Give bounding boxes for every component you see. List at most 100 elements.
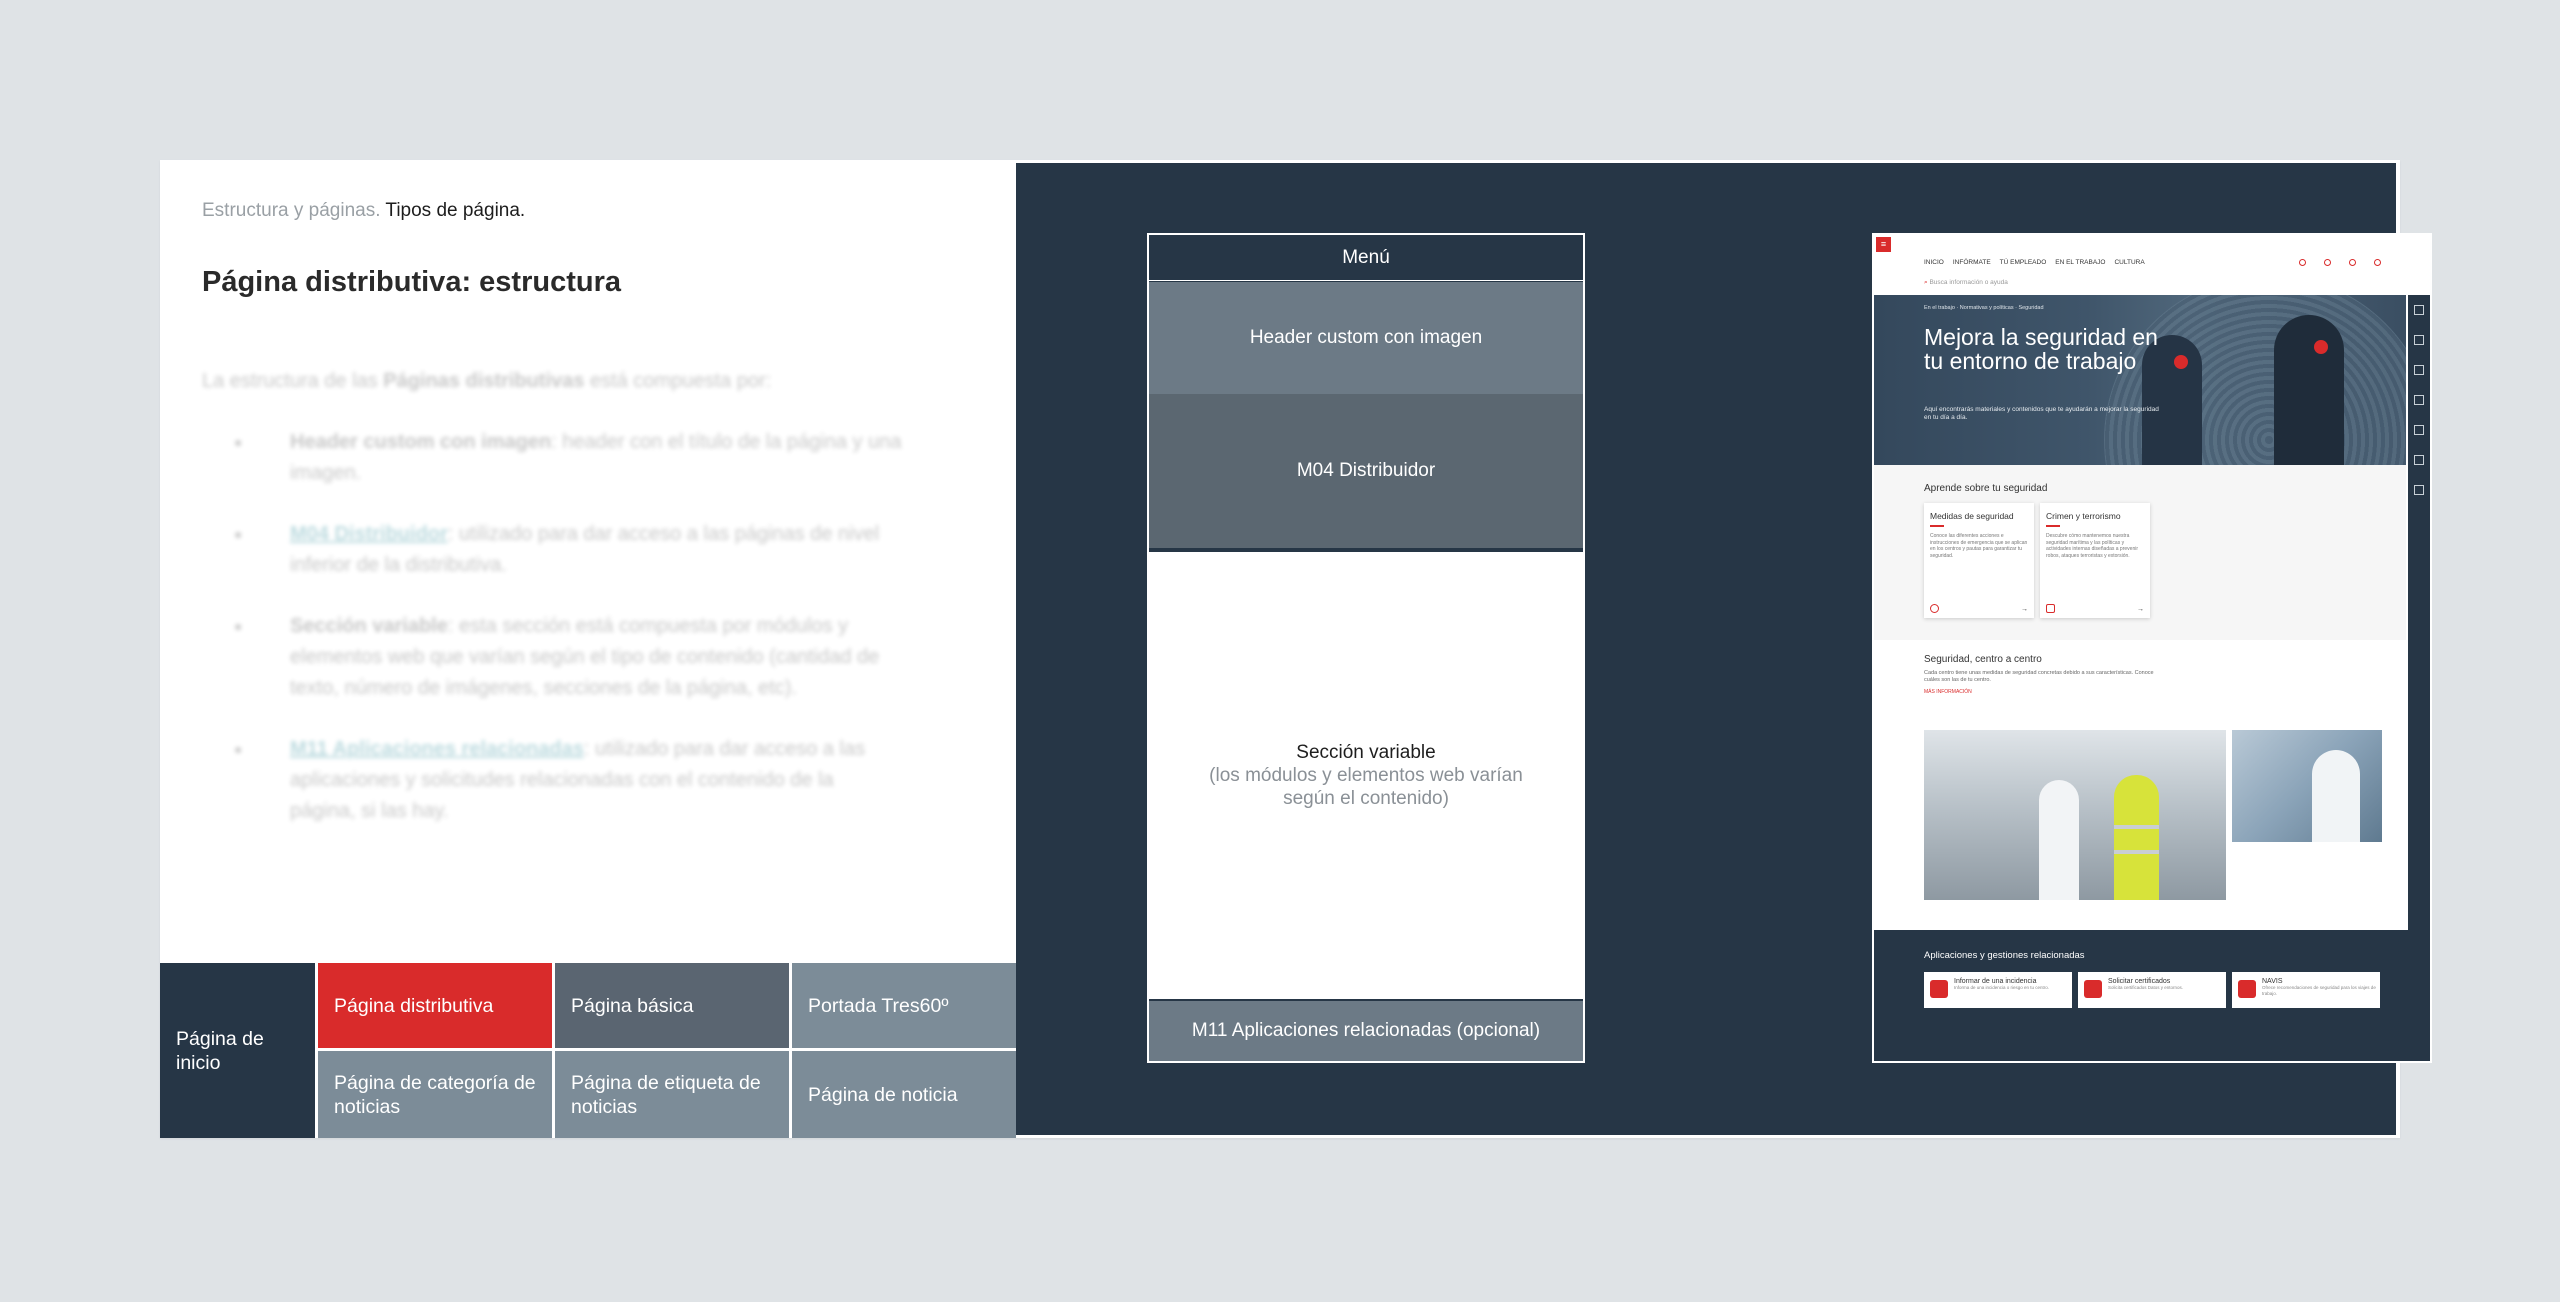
shot-apps-section: Aplicaciones y gestiones relacionadas In… xyxy=(1874,930,2430,1061)
factory-workers-image xyxy=(1924,730,2226,900)
shot-hero-desc: Aquí encontrarás materiales y contenidos… xyxy=(1924,406,2159,421)
shot-card-desc: Conoce las diferentes acciones e instruc… xyxy=(1930,533,2028,559)
breadcrumb-current: Tipos de página. xyxy=(385,200,526,221)
tool-icon xyxy=(2324,259,2331,266)
people-icon xyxy=(2349,259,2356,266)
shot-search: ⌕ Busca información o ayuda xyxy=(1924,279,2008,287)
shot-nav-item: INFÓRMATE xyxy=(1952,259,1991,266)
lifebuoy-icon xyxy=(1930,604,1939,613)
breadcrumb: Estructura y páginas. Tipos de página. xyxy=(202,200,525,222)
shot-app-card: NAVIS Ofrece recomendaciones de segurida… xyxy=(2232,972,2380,1008)
app-icon xyxy=(1930,980,1948,998)
arrow-right-icon: → xyxy=(2021,606,2028,613)
wire-m11: M11 Aplicaciones relacionadas (opcional) xyxy=(1149,999,1583,1061)
app-icon xyxy=(2238,980,2256,998)
ear-protector-graphic xyxy=(2174,355,2188,369)
left-panel: Estructura y páginas. Tipos de página. P… xyxy=(160,160,1016,1138)
sidebar-icon xyxy=(2414,485,2424,495)
shot-header-icons xyxy=(2299,259,2381,266)
slide-frame: Estructura y páginas. Tipos de página. P… xyxy=(160,160,2432,1138)
intro-text: La estructura de las Páginas distributiv… xyxy=(202,366,902,397)
sidebar-icon xyxy=(2414,305,2424,315)
page-title: Página distributiva: estructura xyxy=(202,266,621,298)
sidebar-icon xyxy=(2414,395,2424,405)
shot-center-desc: Cada centro tiene unas medidas de seguri… xyxy=(1924,670,2154,683)
blurred-description: La estructura de las Páginas distributiv… xyxy=(202,366,902,857)
shot-app-title: Informar de una incidencia xyxy=(1954,978,2037,985)
person-figure xyxy=(2312,750,2360,842)
shot-card: Medidas de seguridad Conoce las diferent… xyxy=(1924,503,2034,618)
shot-app-desc: Ofrece recomendaciones de seguridad para… xyxy=(2262,985,2376,996)
page-screenshot: ≡ INICIO INFÓRMATE TÚ EMPLEADO EN EL TRA… xyxy=(1872,233,2432,1063)
tile-news[interactable]: Página de noticia xyxy=(792,1051,1016,1138)
list-item: M11 Aplicaciones relacionadas: utilizado… xyxy=(202,734,902,827)
shot-learn-title: Aprende sobre tu seguridad xyxy=(1924,483,2048,494)
shot-card-desc: Descubre cómo mantenemos nuestra segurid… xyxy=(2046,533,2138,559)
sidebar-icon xyxy=(2414,455,2424,465)
tile-category[interactable]: Página de categoría de noticias xyxy=(318,1051,552,1138)
list-item: Header custom con imagen: header con el … xyxy=(202,427,902,489)
shot-card: Crimen y terrorismo Descubre cómo manten… xyxy=(2040,503,2150,618)
shot-center-section: Seguridad, centro a centro Cada centro t… xyxy=(1874,640,2406,930)
m04-link[interactable]: M04 Distribuidor xyxy=(290,523,448,545)
intro-pre: La estructura de las xyxy=(202,370,384,392)
m11-link[interactable]: M11 Aplicaciones relacionadas xyxy=(290,738,584,760)
tile-basic[interactable]: Página básica xyxy=(555,963,789,1048)
mail-icon xyxy=(2374,259,2381,266)
shot-breadcrumb: En el trabajo · Normativas y políticas ·… xyxy=(1924,305,2044,311)
wire-variable-title: Sección variable xyxy=(1296,741,1436,763)
menu-icon: ≡ xyxy=(1876,237,1891,252)
list-item: M04 Distribuidor: utilizado para dar acc… xyxy=(202,519,902,581)
shot-apps-title: Aplicaciones y gestiones relacionadas xyxy=(1924,950,2085,961)
page-type-nav: Página de inicio Página distributiva Pág… xyxy=(160,963,1016,1138)
wire-m04: M04 Distribuidor xyxy=(1149,394,1583,550)
shot-center-link: MÁS INFORMACIÓN xyxy=(1924,689,1972,695)
shot-nav-item: TÚ EMPLEADO xyxy=(1999,259,2047,266)
breadcrumb-section: Estructura y páginas. xyxy=(202,200,381,221)
shot-app-desc: Informa de una incidencia o riesgo en tu… xyxy=(1954,985,2050,990)
structure-list: Header custom con imagen: header con el … xyxy=(202,427,902,827)
person-figure xyxy=(2039,780,2079,900)
person-safety-vest-figure xyxy=(2114,775,2159,900)
search-icon: ⌕ xyxy=(1924,279,1928,286)
shot-center-title: Seguridad, centro a centro xyxy=(1924,654,2042,665)
list-item: Sección variable: esta sección está comp… xyxy=(202,611,902,704)
shield-icon xyxy=(2046,604,2055,613)
sidebar-icon xyxy=(2414,335,2424,345)
bullet-term: Header custom con imagen xyxy=(290,431,552,453)
shot-nav-item: EN EL TRABAJO xyxy=(2055,259,2106,266)
shot-app-title: Solicitar certificados xyxy=(2108,978,2171,985)
app-icon xyxy=(2084,980,2102,998)
shot-card-title: Medidas de seguridad xyxy=(1930,511,2014,521)
shot-nav-item: INICIO xyxy=(1924,259,1944,266)
tile-home[interactable]: Página de inicio xyxy=(160,963,315,1138)
bullet-term: Sección variable xyxy=(290,615,448,637)
sidebar-icon xyxy=(2414,425,2424,435)
ear-protector-graphic xyxy=(2314,340,2328,354)
intro-bold: Páginas distributivas xyxy=(383,370,585,392)
shot-app-desc: Solicita certificados Datos y entornos. xyxy=(2108,985,2184,990)
wire-variable-desc: (los módulos y elementos web varían segú… xyxy=(1209,764,1523,809)
tile-tag[interactable]: Página de etiqueta de noticias xyxy=(555,1051,789,1138)
shot-hero-title: Mejora la seguridad en tu entorno de tra… xyxy=(1924,324,2158,374)
shot-card-title: Crimen y terrorismo xyxy=(2046,511,2121,521)
shot-hero: En el trabajo · Normativas y políticas ·… xyxy=(1874,295,2406,465)
tile-distributive[interactable]: Página distributiva xyxy=(318,963,552,1048)
lab-worker-image xyxy=(2232,730,2382,842)
card-accent-bar xyxy=(1930,525,1944,527)
shot-nav-item: CULTURA xyxy=(2114,259,2145,266)
shot-app-title: NAVIS xyxy=(2262,978,2283,985)
shot-nav: INICIO INFÓRMATE TÚ EMPLEADO EN EL TRABA… xyxy=(1924,259,2145,266)
structure-wireframe: Menú Header custom con imagen M04 Distri… xyxy=(1147,233,1585,1063)
arrow-right-icon: → xyxy=(2137,606,2144,613)
sidebar-icon xyxy=(2414,365,2424,375)
right-panel: Menú Header custom con imagen M04 Distri… xyxy=(1016,163,2432,1135)
tile-portada[interactable]: Portada Tres60º xyxy=(792,963,1016,1048)
wire-variable-section: Sección variable (los módulos y elemento… xyxy=(1149,552,1583,999)
shot-learn-section: Aprende sobre tu seguridad Medidas de se… xyxy=(1874,465,2406,640)
notification-icon xyxy=(2299,259,2306,266)
card-accent-bar xyxy=(2046,525,2060,527)
worker-figure xyxy=(2274,315,2344,465)
shot-search-placeholder: Busca información o ayuda xyxy=(1929,279,2008,286)
shot-app-card: Informar de una incidencia Informa de un… xyxy=(1924,972,2072,1008)
